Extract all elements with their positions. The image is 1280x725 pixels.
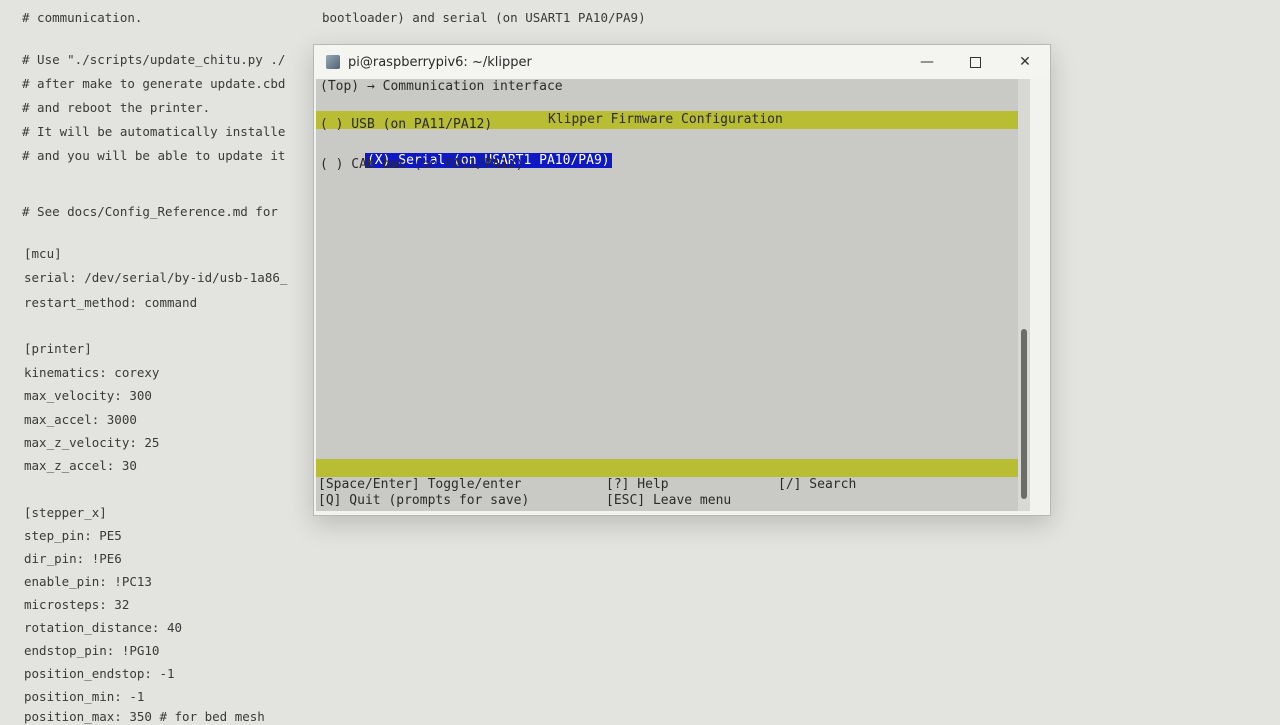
config-line: [mcu]	[24, 246, 62, 261]
config-line-fragment: bootloader) and serial (on USART1 PA10/P…	[322, 10, 646, 25]
config-line: serial: /dev/serial/by-id/usb-1a86_	[24, 270, 288, 285]
footer-bar	[316, 459, 1020, 477]
config-line: [printer]	[24, 341, 92, 356]
terminal-window[interactable]: pi@raspberrypiv6: ~/klipper — ✕ (Top) → …	[313, 44, 1051, 516]
config-line: # after make to generate update.cbd	[22, 76, 286, 91]
config-line: rotation_distance: 40	[24, 620, 183, 635]
config-line: max_velocity: 300	[24, 388, 152, 403]
key-hint-quit: [Q] Quit (prompts for save)	[318, 493, 530, 508]
config-line: step_pin: PE5	[24, 528, 122, 543]
terminal-app-icon	[326, 55, 340, 69]
config-line: enable_pin: !PC13	[24, 574, 152, 589]
terminal-content[interactable]: (Top) → Communication interface Klipper …	[316, 79, 1030, 511]
config-line: dir_pin: !PE6	[24, 551, 122, 566]
minimize-button[interactable]: —	[904, 45, 950, 79]
terminal-scrollbar[interactable]	[1018, 79, 1030, 511]
scrollbar-thumb[interactable]	[1021, 329, 1027, 499]
config-line: position_min: -1	[24, 689, 145, 704]
config-line: # and you will be able to update it	[22, 148, 286, 163]
minimize-icon: —	[920, 54, 934, 70]
config-line: max_z_velocity: 25	[24, 435, 160, 450]
config-line: restart_method: command	[24, 295, 198, 310]
config-line: [stepper_x]	[24, 505, 107, 520]
menu-option-can-bus[interactable]: ( ) CAN bus (on PA11/PA12)	[320, 157, 524, 173]
key-hint-search: [/] Search	[778, 477, 857, 492]
key-hint-toggle: [Space/Enter] Toggle/enter	[318, 477, 522, 492]
close-icon: ✕	[1019, 54, 1031, 70]
menu-header-title: Klipper Firmware Configuration	[548, 112, 783, 127]
menu-breadcrumb: (Top) → Communication interface	[320, 79, 563, 94]
config-line: max_z_accel: 30	[24, 458, 137, 473]
config-line: microsteps: 32	[24, 597, 130, 612]
window-title: pi@raspberrypiv6: ~/klipper	[348, 55, 532, 70]
menu-option-usb[interactable]: ( ) USB (on PA11/PA12)	[320, 117, 492, 133]
maximize-icon	[969, 56, 981, 68]
maximize-button[interactable]	[952, 45, 998, 79]
config-line: kinematics: corexy	[24, 365, 160, 380]
config-line: # Use "./scripts/update_chitu.py ./	[22, 52, 286, 67]
config-line: position_endstop: -1	[24, 666, 175, 681]
key-hint-leave: [ESC] Leave menu	[606, 493, 732, 508]
config-line: # It will be automatically installe	[22, 124, 286, 139]
close-button[interactable]: ✕	[1002, 45, 1048, 79]
key-hint-help: [?] Help	[606, 477, 669, 492]
config-line: endstop_pin: !PG10	[24, 643, 160, 658]
config-line: position_max: 350 # for bed mesh	[24, 709, 265, 724]
config-line: # communication.	[22, 10, 143, 25]
config-line: # See docs/Config_Reference.md for	[22, 204, 278, 219]
config-line: # and reboot the printer.	[22, 100, 211, 115]
config-line: max_accel: 3000	[24, 412, 137, 427]
title-bar[interactable]: pi@raspberrypiv6: ~/klipper — ✕	[314, 45, 1050, 79]
